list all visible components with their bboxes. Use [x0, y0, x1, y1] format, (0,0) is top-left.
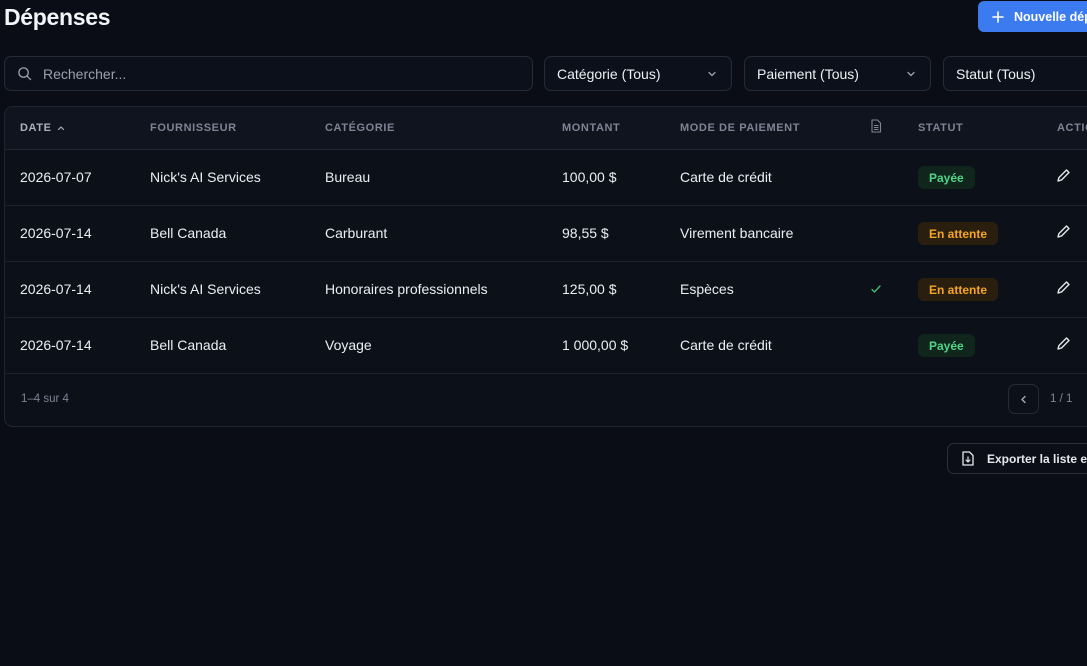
cell-amount: 100,00 $	[562, 169, 617, 185]
cell-vendor: Bell Canada	[150, 337, 227, 353]
cell-date: 2026-07-14	[20, 225, 92, 241]
cell-date: 2026-07-14	[20, 337, 92, 353]
column-label-date: DATE	[20, 122, 52, 134]
new-expense-label: Nouvelle dépense	[1014, 9, 1087, 24]
cell-date: 2026-07-14	[20, 281, 92, 297]
chevron-left-icon	[1021, 395, 1026, 403]
cell-payment: Virement bancaire	[680, 225, 794, 241]
chevron-down-icon	[708, 71, 716, 77]
search-icon	[18, 67, 32, 81]
receipt-check-icon	[871, 285, 881, 293]
cell-vendor: Nick's AI Services	[150, 281, 261, 297]
page-title: Dépenses	[4, 4, 111, 30]
cell-date: 2026-07-07	[20, 169, 92, 185]
category-filter-value: Catégorie (Tous)	[557, 65, 661, 82]
document-icon	[871, 119, 882, 133]
search-input[interactable]	[43, 65, 503, 82]
cell-payment: Carte de crédit	[680, 337, 772, 353]
column-header-actions: ACTIONS	[1057, 122, 1087, 134]
column-header-status[interactable]: STATUT	[918, 122, 963, 134]
status-filter-select[interactable]: Statut (Tous)	[943, 56, 1087, 91]
export-csv-label: Exporter la liste en CSV	[987, 451, 1087, 466]
edit-pencil-icon[interactable]	[1055, 168, 1071, 184]
previous-page-button[interactable]	[1008, 384, 1039, 414]
edit-pencil-icon[interactable]	[1055, 336, 1071, 352]
status-badge: Payée	[918, 334, 975, 357]
sort-ascending-icon	[57, 126, 64, 131]
column-header-vendor[interactable]: FOURNISSEUR	[150, 122, 237, 134]
column-header-date[interactable]: DATE	[20, 122, 65, 134]
export-csv-button[interactable]: Exporter la liste en CSV	[947, 443, 1087, 474]
cell-category: Carburant	[325, 225, 388, 241]
column-header-payment[interactable]: MODE DE PAIEMENT	[680, 122, 800, 134]
cell-vendor: Bell Canada	[150, 225, 227, 241]
file-download-icon	[962, 451, 974, 466]
table-row[interactable]: 2026-07-14 Bell Canada Carburant 98,55 $…	[5, 206, 1087, 262]
column-header-category[interactable]: CATÉGORIE	[325, 122, 395, 134]
payment-filter-select[interactable]: Paiement (Tous)	[744, 56, 931, 91]
cell-category: Honoraires professionnels	[325, 281, 488, 297]
table-row[interactable]: 2026-07-07 Nick's AI Services Bureau 100…	[5, 150, 1087, 206]
edit-pencil-icon[interactable]	[1055, 224, 1071, 240]
status-filter-value: Statut (Tous)	[956, 65, 1036, 82]
cell-vendor: Nick's AI Services	[150, 169, 261, 185]
payment-filter-value: Paiement (Tous)	[757, 65, 859, 82]
chevron-down-icon	[907, 71, 915, 77]
cell-amount: 98,55 $	[562, 225, 609, 241]
cell-category: Voyage	[325, 337, 372, 353]
column-header-amount[interactable]: MONTANT	[562, 122, 620, 134]
table-row[interactable]: 2026-07-14 Nick's AI Services Honoraires…	[5, 262, 1087, 318]
plus-icon	[992, 10, 1004, 23]
cell-amount: 125,00 $	[562, 281, 617, 297]
expenses-page: Dépenses Nouvelle dépense Catégorie (Tou…	[0, 0, 1087, 666]
category-filter-select[interactable]: Catégorie (Tous)	[544, 56, 732, 91]
edit-pencil-icon[interactable]	[1055, 280, 1071, 296]
status-badge: En attente	[918, 278, 999, 301]
cell-payment: Espèces	[680, 281, 734, 297]
page-indicator: 1 / 1	[1050, 393, 1073, 405]
table-header: DATE FOURNISSEUR CATÉGORIE MONTANT MODE …	[5, 107, 1087, 150]
status-badge: En attente	[918, 222, 999, 245]
cell-payment: Carte de crédit	[680, 169, 772, 185]
table-row[interactable]: 2026-07-14 Bell Canada Voyage 1 000,00 $…	[5, 318, 1087, 374]
cell-category: Bureau	[325, 169, 371, 185]
new-expense-button[interactable]: Nouvelle dépense	[978, 1, 1087, 32]
search-field[interactable]	[4, 56, 533, 91]
status-badge: Payée	[918, 166, 975, 189]
pagination-count: 1–4 sur 4	[21, 393, 69, 405]
cell-amount: 1 000,00 $	[562, 337, 629, 353]
expenses-table: DATE FOURNISSEUR CATÉGORIE MONTANT MODE …	[4, 106, 1087, 427]
